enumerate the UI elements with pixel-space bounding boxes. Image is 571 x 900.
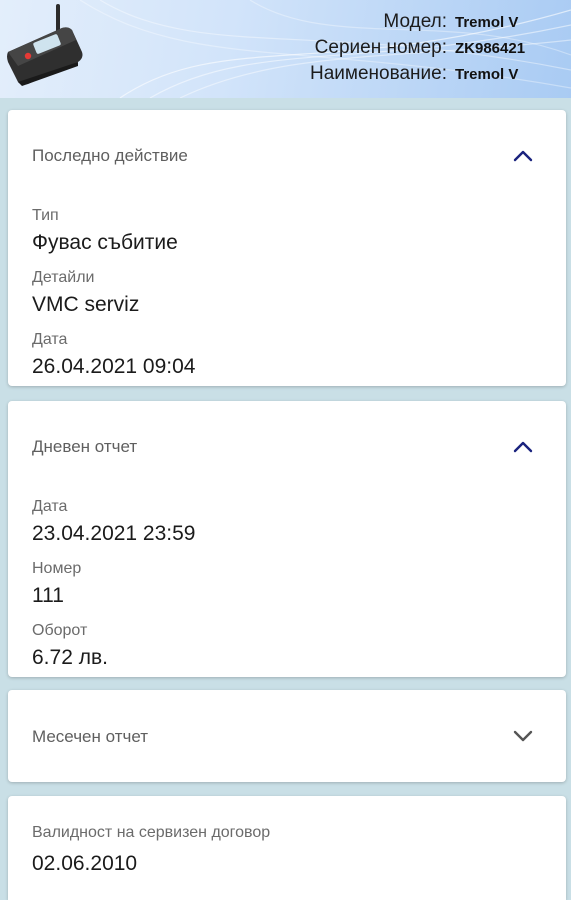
last-action-title: Последно действие xyxy=(32,146,188,165)
details-value: VMC serviz xyxy=(32,293,140,316)
serial-row: Сериен номер: ZK986421 xyxy=(310,35,525,61)
name-row: Наименование: Tremol V xyxy=(310,61,518,87)
serial-label: Сериен номер: xyxy=(314,37,447,58)
daily-report-title: Дневен отчет xyxy=(32,437,138,456)
last-action-card: Последно действие Тип Фувас събитие Дета… xyxy=(8,110,566,386)
last-action-header[interactable]: Последно действие xyxy=(8,110,566,202)
service-contract-value: 02.06.2010 xyxy=(32,852,138,875)
model-value: Tremol V xyxy=(455,14,519,31)
daily-report-card: Дневен отчет Дата 23.04.2021 23:59 Номер… xyxy=(8,401,566,677)
device-header: Модел: Tremol V Сериен номер: ZK986421 Н… xyxy=(0,0,571,98)
name-value: Tremol V xyxy=(455,66,519,83)
type-value: Фувас събитие xyxy=(32,231,178,254)
name-label: Наименование: xyxy=(310,63,447,84)
serial-value: ZK986421 xyxy=(455,40,526,57)
daily-turnover-label: Оборот xyxy=(32,622,88,639)
daily-number-value: 111 xyxy=(32,584,64,607)
chevron-up-icon[interactable] xyxy=(512,439,534,453)
last-action-date-value: 26.04.2021 09:04 xyxy=(32,355,196,378)
chevron-up-icon[interactable] xyxy=(512,148,534,162)
service-contract-card: Валидност на сервизен договор 02.06.2010 xyxy=(8,796,566,900)
daily-number-label: Номер xyxy=(32,560,82,577)
details-label: Детайли xyxy=(32,269,95,286)
service-contract-label: Валидност на сервизен договор xyxy=(32,824,271,841)
monthly-report-card[interactable]: Месечен отчет xyxy=(8,690,566,782)
type-label: Тип xyxy=(32,207,59,224)
daily-turnover-value: 6.72 лв. xyxy=(32,646,108,669)
chevron-down-icon[interactable] xyxy=(512,729,534,743)
device-info: Модел: Tremol V Сериен номер: ZK986421 Н… xyxy=(310,9,525,87)
last-action-date-label: Дата xyxy=(32,331,68,348)
daily-date-label: Дата xyxy=(32,498,68,515)
model-label: Модел: xyxy=(383,11,447,32)
daily-report-header[interactable]: Дневен отчет xyxy=(8,401,566,493)
daily-date-value: 23.04.2021 23:59 xyxy=(32,522,196,545)
model-row: Модел: Tremol V xyxy=(310,9,518,35)
monthly-report-title: Месечен отчет xyxy=(32,727,149,746)
fiscal-device-icon xyxy=(7,4,83,86)
